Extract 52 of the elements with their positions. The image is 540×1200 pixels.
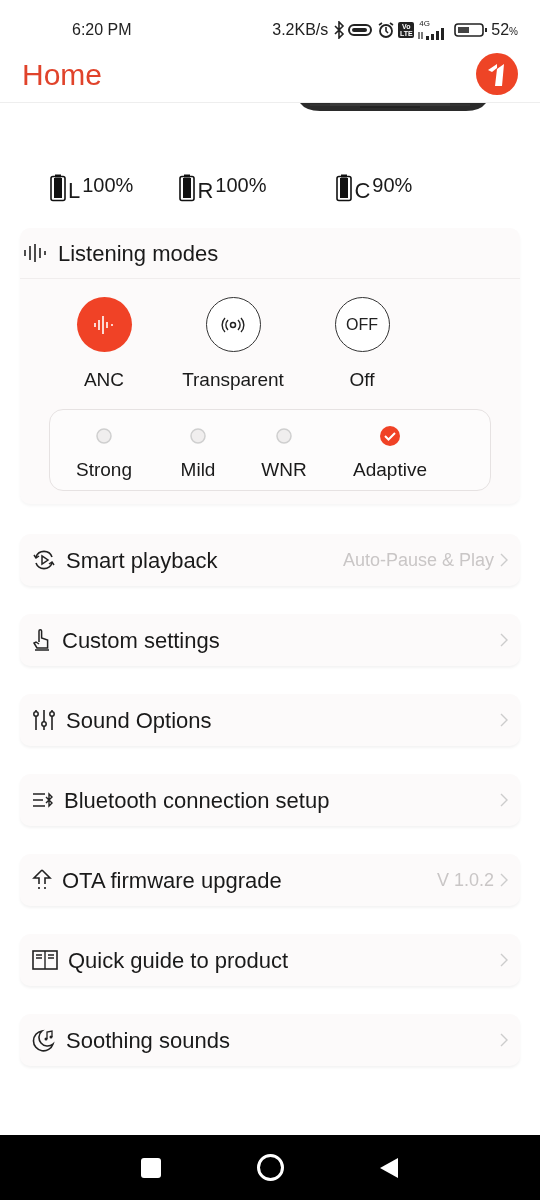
menu-item[interactable]: Soothing sounds bbox=[20, 1014, 520, 1066]
replay-icon bbox=[32, 548, 56, 572]
chevron-right-icon bbox=[500, 1033, 508, 1047]
battery-reading: 100% bbox=[82, 173, 134, 198]
battery-reading: 90% bbox=[372, 173, 413, 198]
chevron-right-icon bbox=[500, 793, 508, 807]
anc-level-option[interactable]: Mild bbox=[158, 409, 238, 490]
network-speed: 3.2KB/s bbox=[272, 20, 329, 40]
chevron-right-icon bbox=[500, 713, 508, 727]
chevron-right-icon bbox=[500, 633, 508, 647]
battery-label: C bbox=[354, 180, 371, 202]
section-title: Listening modes bbox=[58, 239, 219, 268]
menu-item[interactable]: Quick guide to product bbox=[20, 934, 520, 986]
recents-button[interactable] bbox=[141, 1157, 161, 1178]
battery-reading: 100% bbox=[215, 173, 267, 198]
broadcast-icon bbox=[221, 316, 245, 333]
sliders-icon bbox=[32, 708, 56, 732]
mode-label: Off bbox=[349, 368, 375, 392]
mode-label: Transparent bbox=[182, 368, 284, 392]
sound-wave-icon bbox=[93, 314, 115, 335]
moon-note-icon bbox=[32, 1028, 56, 1052]
network-type: 4G bbox=[419, 20, 430, 28]
sound-wave-icon bbox=[23, 243, 49, 263]
logo-icon[interactable] bbox=[476, 53, 518, 95]
home-button[interactable] bbox=[257, 1154, 284, 1181]
menu-item[interactable]: Custom settings bbox=[20, 614, 520, 666]
battery-label: R bbox=[197, 180, 214, 202]
anc-level-option[interactable]: Adaptive bbox=[330, 409, 450, 490]
mode-button[interactable]: OFF bbox=[334, 297, 390, 352]
book-icon bbox=[32, 949, 58, 971]
alarm-icon bbox=[377, 21, 396, 39]
chevron-right-icon bbox=[500, 873, 508, 887]
bluetooth-icon bbox=[333, 21, 346, 39]
battery-label: L bbox=[68, 180, 81, 202]
anc-level-option[interactable]: Strong bbox=[50, 409, 158, 490]
page-title: Home bbox=[22, 56, 103, 93]
battery-icon bbox=[454, 22, 489, 38]
battery-icon bbox=[179, 174, 196, 202]
mode-label: ANC bbox=[83, 368, 125, 392]
battery-icon bbox=[50, 174, 66, 202]
battery-percent: 52% bbox=[491, 20, 518, 40]
link-icon bbox=[348, 22, 375, 38]
status-time: 6:20 PM bbox=[72, 20, 132, 40]
upload-arrow-icon bbox=[32, 868, 52, 892]
anc-level-option[interactable]: WNR bbox=[238, 409, 330, 490]
bluetooth-list-icon bbox=[32, 790, 54, 810]
chevron-right-icon bbox=[500, 553, 508, 567]
chevron-right-icon bbox=[500, 953, 508, 967]
battery-icon bbox=[336, 174, 353, 202]
menu-item[interactable]: Bluetooth connection setup bbox=[20, 774, 520, 826]
back-icon[interactable] bbox=[379, 1156, 399, 1179]
menu-item[interactable]: Sound Options bbox=[20, 694, 520, 746]
